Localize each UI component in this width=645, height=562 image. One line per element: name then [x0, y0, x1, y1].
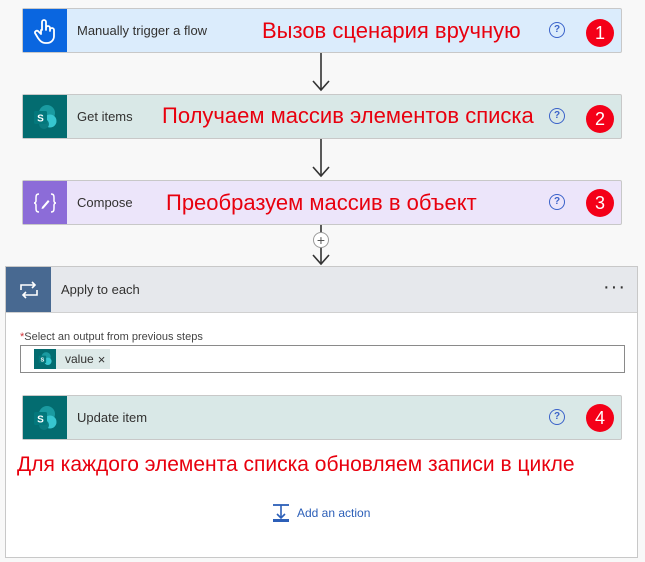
step-number-3: 3 [586, 189, 614, 217]
compose-icon-box [23, 181, 67, 224]
update-item-step-title: Update item [77, 410, 148, 425]
trigger-step-note: Вызов сценария вручную [262, 18, 521, 43]
trigger-step-title: Manually trigger a flow [77, 23, 208, 38]
loop-icon-box [6, 267, 51, 312]
token-label: value [65, 352, 94, 366]
flow-arrow-1 [312, 53, 330, 92]
sharepoint-icon-box: S [23, 95, 67, 138]
compose-braces-icon [33, 192, 57, 213]
apply-to-each-header[interactable]: Apply to each [6, 267, 637, 313]
trigger-icon-box [23, 9, 67, 52]
dynamic-value-token[interactable]: S value × [34, 349, 111, 369]
add-action-icon [273, 504, 289, 522]
update-item-sharepoint-icon: S [34, 405, 57, 430]
update-item-icon-box: S [23, 396, 67, 439]
sharepoint-icon: S [34, 104, 57, 129]
token-icon-box: S [34, 349, 56, 369]
add-action-button[interactable]: Add an action [271, 503, 370, 523]
compose-step-title: Compose [77, 195, 133, 210]
step-number-1: 1 [586, 19, 614, 47]
token-sharepoint-letter: S [41, 358, 45, 364]
output-select-input[interactable]: S value × [20, 345, 625, 373]
add-action-label: Add an action [297, 506, 371, 520]
step-number-4: 4 [586, 404, 614, 432]
token-sharepoint-icon: S [38, 352, 52, 365]
compose-step-note: Преобразуем массив в объект [166, 190, 477, 215]
step-number-2: 2 [586, 105, 614, 133]
output-field-label-text: Select an output from previous steps [24, 331, 203, 343]
compose-help-icon[interactable]: ? [549, 194, 565, 210]
trigger-help-icon[interactable]: ? [549, 22, 565, 38]
sharepoint-letter: S [37, 113, 44, 124]
get-items-step-note: Получаем массив элементов списка [162, 103, 534, 128]
loop-step-note: Для каждого элемента списка обновляем за… [17, 453, 575, 476]
get-items-help-icon[interactable]: ? [549, 108, 565, 124]
flow-arrow-2 [312, 139, 330, 178]
apply-to-each-title: Apply to each [61, 282, 140, 297]
update-item-help-icon[interactable]: ? [549, 409, 565, 425]
update-item-sharepoint-letter: S [37, 414, 44, 425]
touch-hand-icon [34, 18, 55, 44]
apply-to-each-container: Apply to each ··· *Select an output from… [5, 266, 638, 558]
insert-step-plus-button[interactable]: + [313, 232, 329, 248]
update-item-step-card[interactable]: S Update item [22, 395, 622, 440]
more-options-icon[interactable]: ··· [603, 276, 626, 299]
get-items-step-title: Get items [77, 109, 133, 124]
token-remove-icon[interactable]: × [98, 352, 111, 367]
output-field-label: *Select an output from previous steps [20, 331, 203, 343]
loop-icon [19, 280, 38, 299]
